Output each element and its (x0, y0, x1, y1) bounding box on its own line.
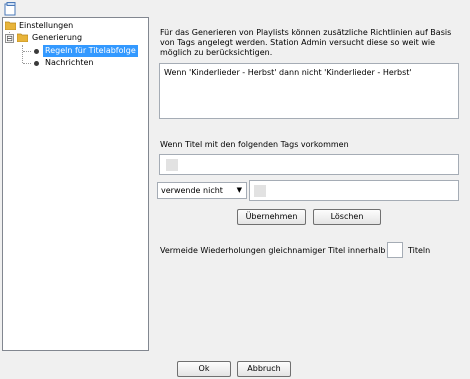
cancel-button[interactable]: Abbruch (237, 361, 291, 377)
tags-label: Wenn Titel mit den folgenden Tags vorkom… (160, 140, 349, 149)
tag-placeholder (254, 185, 266, 197)
tree-item-label: Einstellungen (19, 21, 74, 30)
chevron-down-icon: ▼ (236, 186, 242, 194)
mode-select-value: verwende nicht (161, 186, 223, 195)
rules-list[interactable]: Wenn 'Kinderlieder - Herbst' dann nicht … (159, 63, 459, 119)
tree-item-label: Generierung (32, 33, 83, 42)
tag-placeholder (166, 159, 178, 171)
tree-item-label: Regeln für Titelabfolge (43, 45, 138, 57)
ok-button[interactable]: Ok (177, 361, 231, 377)
target-tags-input[interactable] (249, 180, 459, 201)
mode-select[interactable]: verwende nicht ▼ (157, 182, 247, 199)
bullet-icon (34, 49, 39, 54)
apply-button[interactable]: Übernehmen (237, 209, 306, 225)
tree-connector (22, 45, 23, 63)
description-text: Für das Generieren von Playlists können … (160, 28, 452, 57)
repeat-label: Vermeide Wiederholungen gleichnamiger Ti… (160, 246, 403, 255)
repeat-unit-label: Titeln (408, 246, 431, 255)
bullet-icon (34, 61, 39, 66)
page-icon[interactable] (3, 2, 17, 16)
delete-button[interactable]: Löschen (313, 209, 381, 225)
rule-item[interactable]: Wenn 'Kinderlieder - Herbst' dann nicht … (164, 68, 412, 77)
tree-item-label: Nachrichten (45, 58, 94, 67)
collapse-icon[interactable]: ⊟ (5, 34, 14, 43)
tags-input[interactable] (159, 154, 459, 175)
tree-connector (23, 51, 31, 52)
folder-icon (16, 33, 29, 43)
settings-tree[interactable]: Einstellungen ⊟ Generierung Regeln für T… (2, 17, 149, 351)
tree-connector (23, 63, 31, 64)
repeat-count-input[interactable] (387, 242, 403, 258)
folder-icon (4, 21, 17, 31)
